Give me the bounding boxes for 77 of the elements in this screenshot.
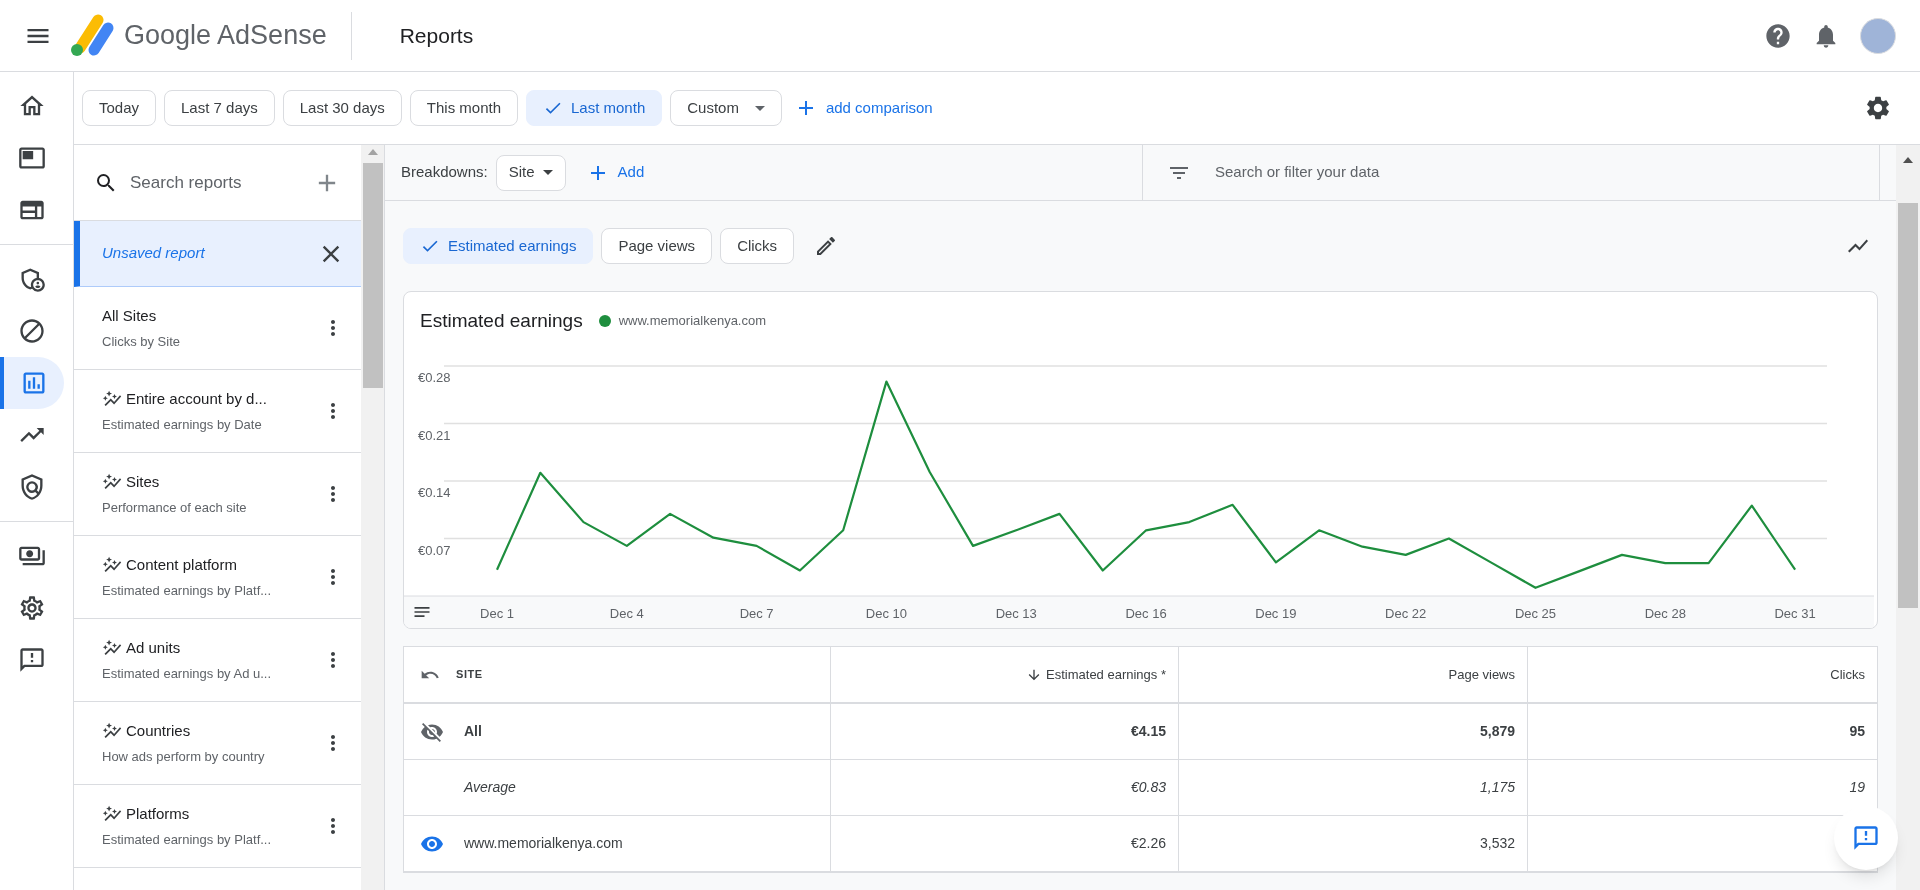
table-cell-text: www.memorialkenya.com — [464, 834, 623, 853]
table-cell-text: €2.26 — [1130, 834, 1166, 853]
report-subtitle: Estimated earnings by Platf... — [102, 830, 273, 849]
x-axis-label: Dec 10 — [865, 606, 908, 621]
column-header[interactable]: Page views — [1448, 664, 1515, 685]
filter-field[interactable]: Search or filter your data — [1215, 161, 1855, 184]
table-cell-text: 5,879 — [1479, 722, 1515, 741]
report-title: Entire account by d... — [126, 389, 267, 409]
column-header[interactable]: SITE — [456, 666, 483, 683]
date-range-chip[interactable]: Custom — [670, 90, 782, 126]
table-cell-text: 1,175 — [1479, 778, 1515, 797]
report-subtitle: Performance of each site — [102, 498, 248, 517]
table-cell-text: Average — [464, 778, 516, 797]
metric-chip[interactable]: Estimated earnings — [403, 228, 594, 264]
x-axis-label: Dec 1 — [480, 606, 514, 621]
report-title: Countries — [126, 721, 191, 741]
product-name: Google AdSense — [124, 19, 327, 53]
metric-chip[interactable]: Clicks — [720, 228, 795, 264]
x-axis-label: Dec 28 — [1644, 606, 1686, 621]
add-breakdown-link[interactable]: Add — [585, 160, 645, 185]
add-comparison-link[interactable]: add comparison — [793, 96, 933, 120]
settings-icon — [18, 594, 46, 622]
x-axis-label: Dec 19 — [1255, 606, 1297, 621]
report-title: All Sites — [102, 306, 157, 326]
table-cell-text: All — [464, 722, 482, 741]
help-icon[interactable] — [1764, 21, 1792, 50]
report-item[interactable]: Unsaved report — [74, 221, 361, 287]
table-cell-text: €4.15 — [1130, 722, 1166, 741]
breakdowns-label: Breakdowns: — [401, 162, 488, 183]
y-axis-label: €0.28 — [418, 370, 451, 385]
y-axis-label: €0.14 — [418, 485, 451, 500]
table-cell-text: 95 — [1849, 722, 1865, 741]
report-subtitle: Clicks by Site — [102, 332, 182, 351]
report-subtitle: Estimated earnings by Ad u... — [102, 664, 273, 683]
table-cell-text: 3,532 — [1479, 834, 1515, 853]
report-title: Platforms — [126, 804, 190, 824]
report-subtitle: Estimated earnings by Platf... — [102, 581, 273, 600]
search-reports-field[interactable]: Search reports — [130, 169, 301, 196]
feedback-icon — [1852, 824, 1880, 852]
scrollbar[interactable] — [361, 145, 384, 890]
report-title: Sites — [126, 472, 160, 492]
chart-title: Estimated earnings — [420, 308, 583, 333]
x-axis-label: Dec 16 — [1125, 606, 1167, 621]
x-axis-label: Dec 31 — [1774, 606, 1816, 621]
logo-icon — [68, 13, 116, 58]
x-axis-label: Dec 7 — [739, 606, 774, 621]
caret-icon — [754, 105, 765, 111]
settings-icon[interactable] — [1864, 94, 1892, 122]
feedback-icon — [18, 646, 46, 674]
block-icon — [18, 317, 46, 345]
date-range-chip[interactable]: This month — [409, 90, 518, 126]
date-range-chip[interactable]: Last 30 days — [282, 90, 402, 126]
column-header[interactable]: Estimated earnings * — [1046, 664, 1166, 685]
page-title: Reports — [399, 22, 474, 49]
report-title: Content platform — [126, 555, 237, 575]
date-range-chip[interactable]: Last month — [526, 90, 663, 126]
scrollbar[interactable] — [1896, 145, 1920, 890]
report-subtitle: Estimated earnings by Date — [102, 415, 263, 434]
date-range-chip[interactable]: Today — [82, 90, 157, 126]
y-axis-label: €0.07 — [418, 542, 451, 558]
table-cell-text: 19 — [1849, 778, 1865, 797]
x-axis-label: Dec 4 — [609, 606, 644, 621]
breakdown-dropdown[interactable]: Site — [495, 154, 566, 191]
y-axis-label: €0.21 — [418, 427, 451, 443]
report-title: Ad units — [126, 638, 181, 658]
x-axis-label: Dec 22 — [1385, 606, 1427, 621]
report-title: Unsaved report — [102, 243, 206, 264]
date-range-chip[interactable]: Last 7 days — [164, 90, 275, 126]
x-axis-label: Dec 13 — [995, 606, 1037, 621]
column-header[interactable]: Clicks — [1830, 664, 1865, 685]
metric-chip[interactable]: Page views — [601, 228, 713, 264]
x-axis-label: Dec 25 — [1514, 606, 1557, 621]
nav-item[interactable] — [0, 357, 64, 409]
legend-label: www.memorialkenya.com — [618, 312, 767, 331]
table-cell-text: €0.83 — [1130, 778, 1166, 797]
caret-icon — [542, 170, 553, 175]
report-subtitle: How ads perform by country — [102, 747, 266, 766]
